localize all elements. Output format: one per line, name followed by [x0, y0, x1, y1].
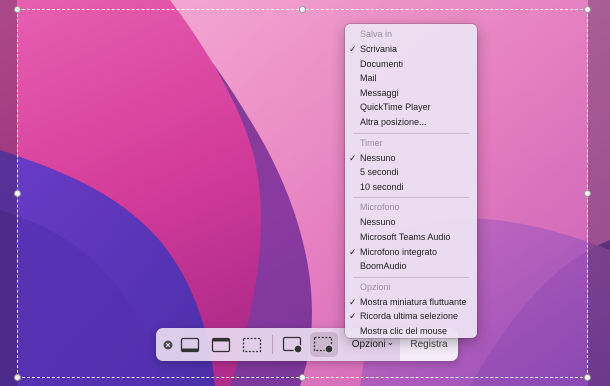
menu-item-label: Scrivania: [360, 44, 398, 54]
menu-item-timer-none[interactable]: ✓ Nessuno: [345, 151, 477, 166]
menu-item-label: Microfono integrato: [360, 246, 438, 257]
checkmark-icon: ✓: [349, 152, 357, 163]
capture-selection-area[interactable]: [17, 9, 588, 378]
selection-handle-top-left[interactable]: [14, 6, 21, 13]
capture-entire-screen-button[interactable]: [178, 332, 202, 357]
selection-handle-bottom-right[interactable]: [584, 374, 591, 381]
menu-item-mail[interactable]: Mail: [345, 71, 477, 86]
menu-separator: [353, 132, 469, 134]
menu-section-header-options: Opzioni: [360, 281, 391, 292]
menu-item-label: Mostra clic del mouse: [360, 325, 448, 336]
menu-item-show-mouse-clicks[interactable]: Mostra clic del mouse: [345, 324, 477, 339]
menu-item-other-location[interactable]: Altra posizione...: [345, 115, 477, 130]
menu-item-label: Messaggi: [360, 87, 399, 98]
toolbar-divider: [272, 335, 273, 354]
menu-item-label: 5 secondi: [360, 167, 399, 178]
menu-section-header-microphone: Microfono: [360, 202, 400, 213]
menu-item-timer-10s[interactable]: 10 secondi: [345, 180, 477, 195]
menu-item-label: Altra posizione...: [360, 116, 427, 127]
record-label: Registra: [410, 339, 448, 350]
menu-item-label: Ricorda ultima selezione: [360, 311, 459, 322]
menu-item-mic-teams-audio[interactable]: Microsoft Teams Audio: [345, 230, 477, 245]
menu-separator: [353, 197, 469, 199]
checkmark-icon: ✓: [349, 296, 357, 307]
record-entire-screen-button[interactable]: [280, 332, 306, 357]
window-icon: [211, 337, 231, 352]
record-selected-portion-button[interactable]: [310, 332, 338, 357]
menu-section-header-save-to: Salva in: [360, 29, 393, 39]
menu-item-mic-boomaudio[interactable]: BoomAudio: [345, 259, 477, 274]
menu-item-label: Microsoft Teams Audio: [360, 231, 451, 242]
selection-handle-right[interactable]: [584, 190, 591, 197]
menu-item-label: Nessuno: [360, 217, 396, 228]
record-screen-icon: [282, 336, 303, 354]
options-label: Opzioni: [351, 339, 386, 350]
selection-handle-top-right[interactable]: [584, 6, 591, 13]
menu-item-label: 10 secondi: [360, 181, 404, 192]
entire-screen-icon: [180, 337, 200, 352]
selection-icon: [242, 337, 262, 352]
menu-item-messages[interactable]: Messaggi: [345, 86, 477, 101]
menu-item-mic-none[interactable]: Nessuno: [345, 215, 477, 230]
menu-separator: [353, 276, 469, 278]
selection-handle-bottom[interactable]: [299, 374, 306, 381]
menu-item-show-floating-thumbnail[interactable]: ✓ Mostra miniatura fluttuante: [345, 295, 477, 310]
menu-item-label: BoomAudio: [360, 261, 407, 272]
menu-item-desktop[interactable]: ✓ Scrivania: [345, 42, 477, 57]
menu-item-label: Documenti: [360, 58, 404, 69]
selection-handle-left[interactable]: [14, 190, 21, 197]
menu-item-remember-last-selection[interactable]: ✓ Ricorda ultima selezione: [345, 309, 477, 324]
checkmark-icon: ✓: [349, 246, 357, 257]
menu-item-documents[interactable]: Documenti: [345, 57, 477, 72]
close-button[interactable]: [160, 332, 176, 357]
capture-window-button[interactable]: [209, 332, 233, 357]
chevron-down-icon: ⌄: [386, 337, 395, 347]
close-icon: [163, 340, 173, 349]
checkmark-icon: ✓: [349, 311, 357, 322]
capture-selected-portion-button[interactable]: [240, 332, 264, 357]
selection-handle-bottom-left[interactable]: [14, 374, 21, 381]
menu-item-timer-5s[interactable]: 5 secondi: [345, 165, 477, 180]
options-menu: Salva in ✓ Scrivania Documenti Mail Messa…: [345, 24, 477, 338]
checkmark-icon: ✓: [349, 44, 357, 54]
menu-item-mic-builtin[interactable]: ✓ Microfono integrato: [345, 245, 477, 260]
menu-section-header-timer: Timer: [360, 137, 383, 148]
record-selection-icon: [313, 336, 334, 354]
selection-handle-top[interactable]: [299, 6, 306, 13]
menu-item-label: Mostra miniatura fluttuante: [360, 296, 467, 307]
menu-item-label: Mail: [360, 73, 377, 84]
menu-item-label: QuickTime Player: [360, 102, 431, 113]
menu-item-label: Nessuno: [360, 152, 396, 163]
menu-item-quicktime[interactable]: QuickTime Player: [345, 100, 477, 115]
